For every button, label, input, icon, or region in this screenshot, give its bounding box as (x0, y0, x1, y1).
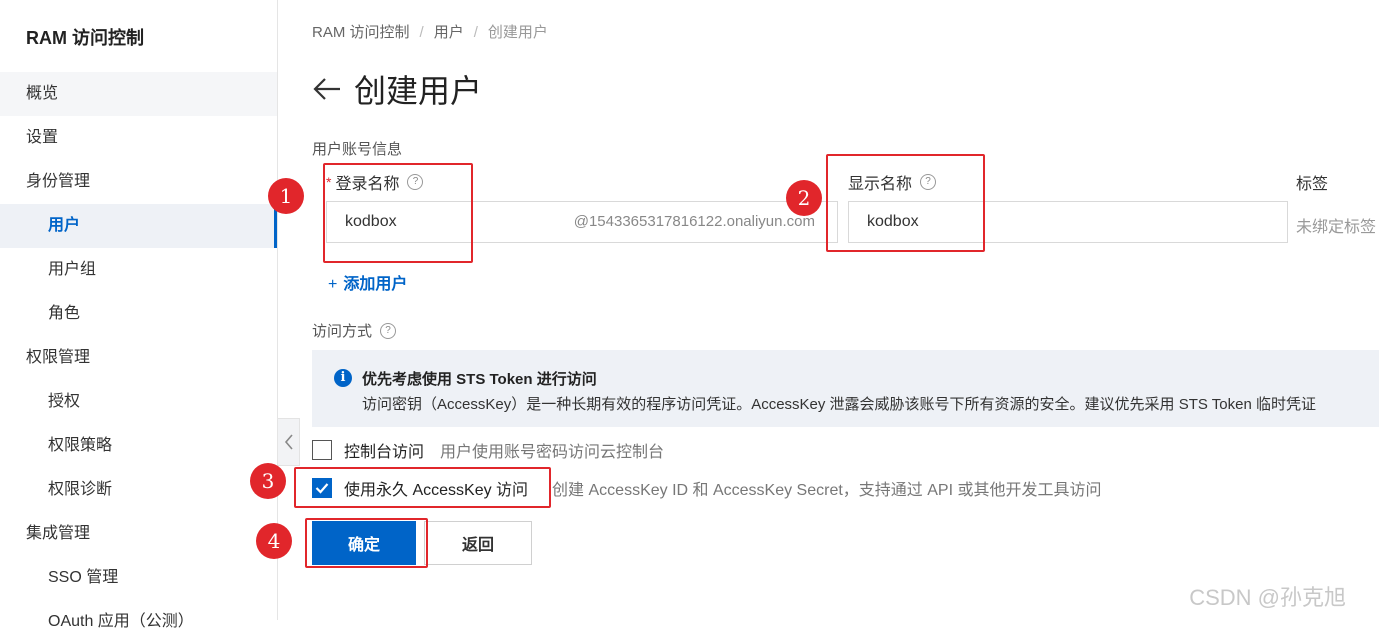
sidebar-item-roles[interactable]: 角色 (0, 292, 277, 336)
annotation-badge-2: 2 (786, 180, 822, 216)
breadcrumb-item-users[interactable]: 用户 (434, 24, 464, 41)
back-arrow-icon[interactable] (312, 73, 344, 105)
back-button[interactable]: 返回 (424, 521, 532, 565)
page-title: 创建用户 (354, 73, 483, 109)
sidebar-item-settings[interactable]: 设置 (0, 116, 277, 160)
tags-label: 标签 (1296, 176, 1329, 193)
chevron-left-icon (284, 434, 293, 450)
breadcrumb-item-ram[interactable]: RAM 访问控制 (312, 24, 410, 41)
plus-icon: + (328, 276, 338, 293)
sidebar-collapse-button[interactable] (278, 418, 300, 466)
page-header: 创建用户 (312, 66, 482, 112)
annotation-badge-3: 3 (250, 463, 286, 499)
console-access-desc: 用户使用账号密码访问云控制台 (440, 444, 665, 461)
alert-text: 访问密钥（AccessKey）是一种长期有效的程序访问凭证。AccessKey … (362, 396, 1316, 413)
sidebar-nav: 概览 设置 身份管理 用户 用户组 角色 权限管理 授权 权限策略 权限诊断 集… (0, 72, 277, 644)
annotation-box-display-name (826, 154, 985, 252)
console-access-option: 控制台访问 用户使用账号密码访问云控制台 (312, 437, 664, 463)
sidebar-item-sso[interactable]: SSO 管理 (0, 556, 277, 600)
login-name-domain-suffix: @1543365317816122.onaliyun.com (573, 213, 815, 230)
breadcrumb-separator: / (473, 24, 478, 41)
sidebar-item-user-groups[interactable]: 用户组 (0, 248, 277, 292)
console-access-label[interactable]: 控制台访问 (344, 438, 424, 462)
console-access-checkbox[interactable] (312, 440, 332, 460)
accesskey-access-desc: 创建 AccessKey ID 和 AccessKey Secret，支持通过 … (552, 482, 1102, 499)
breadcrumb-separator: / (419, 24, 424, 41)
sidebar-group-permissions[interactable]: 权限管理 (0, 336, 277, 380)
tags-placeholder[interactable]: 未绑定标签 (1296, 213, 1376, 237)
help-icon[interactable]: ? (380, 322, 397, 339)
sidebar-group-identity[interactable]: 身份管理 (0, 160, 277, 204)
sidebar-item-diagnosis[interactable]: 权限诊断 (0, 468, 277, 512)
breadcrumb-item-current: 创建用户 (487, 24, 548, 41)
add-user-label: 添加用户 (343, 276, 408, 293)
sidebar-item-users[interactable]: 用户 (0, 204, 277, 248)
alert-title: 优先考虑使用 STS Token 进行访问 (362, 371, 597, 388)
sidebar-title: RAM 访问控制 (26, 28, 144, 48)
annotation-box-login-name (323, 163, 473, 263)
sts-token-alert: i 优先考虑使用 STS Token 进行访问 访问密钥（AccessKey）是… (312, 350, 1379, 427)
add-user-button[interactable]: + 添加用户 (328, 270, 407, 294)
annotation-box-confirm (305, 518, 428, 568)
breadcrumb: RAM 访问控制 / 用户 / 创建用户 (312, 21, 548, 42)
sidebar-item-policies[interactable]: 权限策略 (0, 424, 277, 468)
sidebar-item-grants[interactable]: 授权 (0, 380, 277, 424)
annotation-badge-4: 4 (256, 523, 292, 559)
access-section-label-text: 访问方式 (312, 323, 373, 340)
info-icon: i (334, 369, 352, 387)
access-section-label: 访问方式 ? (312, 320, 397, 341)
sidebar-group-integration[interactable]: 集成管理 (0, 512, 277, 556)
account-section-label: 用户账号信息 (312, 141, 403, 158)
annotation-badge-1: 1 (268, 178, 304, 214)
watermark: CSDN @孙克旭 (1189, 585, 1346, 610)
main-content: RAM 访问控制 / 用户 / 创建用户 创建用户 用户账号信息 * 登录名称 ? ko… (312, 0, 1379, 620)
sidebar: RAM 访问控制 概览 设置 身份管理 用户 用户组 角色 权限管理 授权 权限… (0, 0, 278, 630)
sidebar-item-oauth[interactable]: OAuth 应用（公测） (0, 600, 277, 644)
sidebar-item-overview[interactable]: 概览 (0, 72, 277, 116)
annotation-box-accesskey (294, 467, 551, 508)
